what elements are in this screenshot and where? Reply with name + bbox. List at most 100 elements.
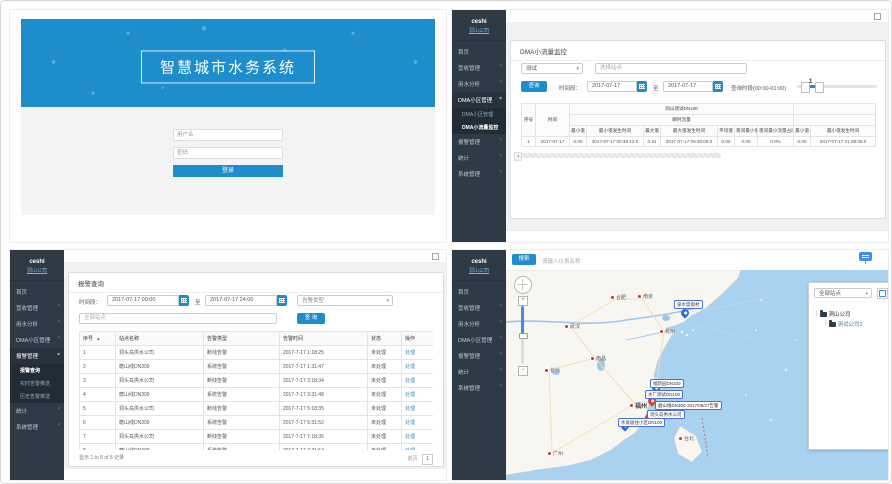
- page-number-button[interactable]: 1: [422, 454, 433, 465]
- handle-alarm-link[interactable]: 处理: [405, 434, 415, 440]
- map-pan-control[interactable]: [514, 276, 532, 294]
- sidebar-company-link[interactable]: 洞山公司: [454, 27, 504, 34]
- sidebar-item[interactable]: 营收管理 ‹: [452, 300, 506, 316]
- handle-alarm-link[interactable]: 处理: [405, 406, 415, 412]
- sidebar-item[interactable]: DMA小流量监控: [452, 121, 506, 134]
- sidebar: ceshi 洞山公司 首页 营收管理 ‹ 用水分析: [452, 250, 506, 480]
- sidebar-item[interactable]: 首页: [452, 284, 506, 300]
- sidebar-item[interactable]: 统计 ‹: [452, 364, 506, 380]
- sidebar-item[interactable]: 首页: [10, 284, 64, 300]
- panel-corner-icon[interactable]: [877, 288, 888, 299]
- calendar-icon[interactable]: [277, 295, 287, 306]
- sidebar-item[interactable]: DMA小区管理 ‹: [10, 332, 64, 348]
- station-label[interactable]: 磨山线DN300-2017/05/27告警: [655, 401, 722, 410]
- login-button[interactable]: 登录: [173, 165, 283, 177]
- calendar-icon[interactable]: [713, 81, 723, 92]
- sidebar-item[interactable]: 历史告警推送: [10, 390, 64, 403]
- company-select[interactable]: 测试 ▾: [521, 63, 583, 74]
- sidebar-item[interactable]: 系统管理 ‹: [452, 380, 506, 396]
- sidebar-company-link[interactable]: 洞山公司: [12, 267, 62, 274]
- station-label[interactable]: 水泉居住小区DN100: [618, 418, 665, 427]
- date-to-input[interactable]: [205, 295, 277, 306]
- map-canvas[interactable]: + − 合肥 南京: [506, 270, 888, 480]
- sidebar-item[interactable]: 报警管理 ‹: [452, 134, 506, 150]
- sidebar-item[interactable]: 统计 ‹: [452, 150, 506, 166]
- sidebar-item[interactable]: 报警管理 ▾: [10, 348, 64, 364]
- collapse-icon[interactable]: [432, 253, 439, 260]
- calendar-icon[interactable]: [179, 295, 189, 306]
- city-marker: 合肥: [610, 294, 626, 301]
- handle-alarm-link[interactable]: 处理: [405, 420, 415, 426]
- alarm-type-select[interactable]: 告警类型 ▾: [297, 295, 393, 306]
- col-seq-sortable[interactable]: 序号 ▲: [80, 332, 116, 346]
- handle-alarm-link[interactable]: 处理: [405, 350, 415, 356]
- username-field[interactable]: [173, 129, 283, 141]
- sidebar-item[interactable]: 系统管理 ‹: [10, 419, 64, 435]
- station-label[interactable]: 福新园DN100: [650, 379, 684, 388]
- handle-alarm-link[interactable]: 处理: [405, 448, 415, 450]
- top-toolbar: [64, 250, 446, 263]
- handle-alarm-link[interactable]: 处理: [405, 378, 415, 384]
- zoom-in-button[interactable]: +: [518, 296, 528, 306]
- table-row: 1 洞头岛供水公司 断线告警 2017-7-17 1:18:25 未处理 处理: [80, 346, 434, 360]
- station-search-input[interactable]: [79, 313, 277, 324]
- panel-title: 报警查询: [69, 273, 443, 293]
- query-button[interactable]: 查 询: [297, 313, 325, 324]
- query-button[interactable]: 查询: [521, 81, 547, 92]
- chevron-down-icon: ▾: [576, 64, 579, 75]
- zoom-slider[interactable]: [521, 306, 524, 364]
- slider-handle-end[interactable]: [815, 82, 824, 93]
- alarm-query-screen: ceshi 洞山公司 首页 营收管理 ‹ 用水分析: [9, 249, 447, 481]
- sidebar-item-label: 营收管理: [16, 306, 38, 312]
- sidebar-item[interactable]: DMA小区管理: [452, 108, 506, 121]
- table-row: 4 磨山线DN300 系统告警 2017-7-17 3:31:48 未处理 处理: [80, 388, 434, 402]
- sidebar-item-label: 实时告警推送: [20, 381, 50, 387]
- sidebar-item[interactable]: 首页: [452, 44, 506, 60]
- chevron-icon: ‹: [500, 383, 502, 389]
- sidebar-item[interactable]: 统计 ‹: [10, 403, 64, 419]
- city-label: 南京: [643, 293, 653, 300]
- date-to-input[interactable]: [663, 81, 713, 92]
- station-label[interactable]: 泉水度假村: [674, 300, 703, 309]
- sidebar-user-block: ceshi 洞山公司: [10, 250, 64, 281]
- sidebar-item[interactable]: DMA小区管理 ‹: [452, 332, 506, 348]
- station-search-input[interactable]: [595, 63, 747, 74]
- time-range-label: 时间段：: [79, 298, 101, 306]
- handle-alarm-link[interactable]: 处理: [405, 364, 415, 370]
- handle-alarm-link[interactable]: 处理: [405, 392, 415, 398]
- horizontal-scrollbar[interactable]: ◂: [521, 153, 721, 158]
- city-marker: 长沙: [544, 367, 560, 374]
- map-search-placeholder[interactable]: 请输入仪表名称: [542, 257, 581, 265]
- sidebar-item[interactable]: 报警查询: [10, 364, 64, 377]
- station-filter-select[interactable]: 全部站点 ▾: [814, 288, 872, 298]
- traffic-sign-icon[interactable]: [859, 252, 872, 261]
- sidebar-company-link[interactable]: 洞山公司: [454, 267, 504, 274]
- col-type: 告警类型: [204, 332, 280, 346]
- sidebar-item[interactable]: 实时告警推送: [10, 377, 64, 390]
- zoom-out-button[interactable]: −: [518, 366, 528, 376]
- tree-node[interactable]: ├ 洞山公司: [815, 309, 863, 319]
- sidebar-item[interactable]: 用水分析 ‹: [10, 316, 64, 332]
- prev-page-button[interactable]: 前页: [408, 456, 418, 462]
- sidebar-item[interactable]: 营收管理 ‹: [10, 300, 64, 316]
- collapse-icon[interactable]: [874, 13, 881, 20]
- date-from-input[interactable]: [587, 81, 637, 92]
- time-period-slider[interactable]: 1: [797, 81, 877, 91]
- sidebar-item[interactable]: 用水分析 ‹: [452, 76, 506, 92]
- zoom-slider-handle[interactable]: [519, 333, 528, 339]
- sidebar-item[interactable]: 系统管理 ‹: [452, 166, 506, 182]
- sidebar-item-label: 报警查询: [20, 368, 40, 374]
- tree-node[interactable]: ├ 测试公司2: [824, 319, 863, 329]
- city-marker: 杭州: [659, 328, 675, 335]
- sidebar-item[interactable]: 用水分析 ‹: [452, 316, 506, 332]
- date-from-input[interactable]: [107, 295, 179, 306]
- map-search-button[interactable]: 搜索: [512, 254, 536, 265]
- calendar-icon[interactable]: [637, 81, 647, 92]
- station-label[interactable]: 水厂测试DN100: [645, 390, 683, 399]
- col-header: 最小值: [570, 126, 587, 137]
- scroll-left-icon[interactable]: ◂: [514, 152, 522, 161]
- sidebar-item[interactable]: 报警管理 ‹: [452, 348, 506, 364]
- sidebar-item[interactable]: 营收管理 ‹: [452, 60, 506, 76]
- password-field[interactable]: [173, 147, 283, 159]
- sidebar-item[interactable]: DMA小区管理 ▾: [452, 92, 506, 108]
